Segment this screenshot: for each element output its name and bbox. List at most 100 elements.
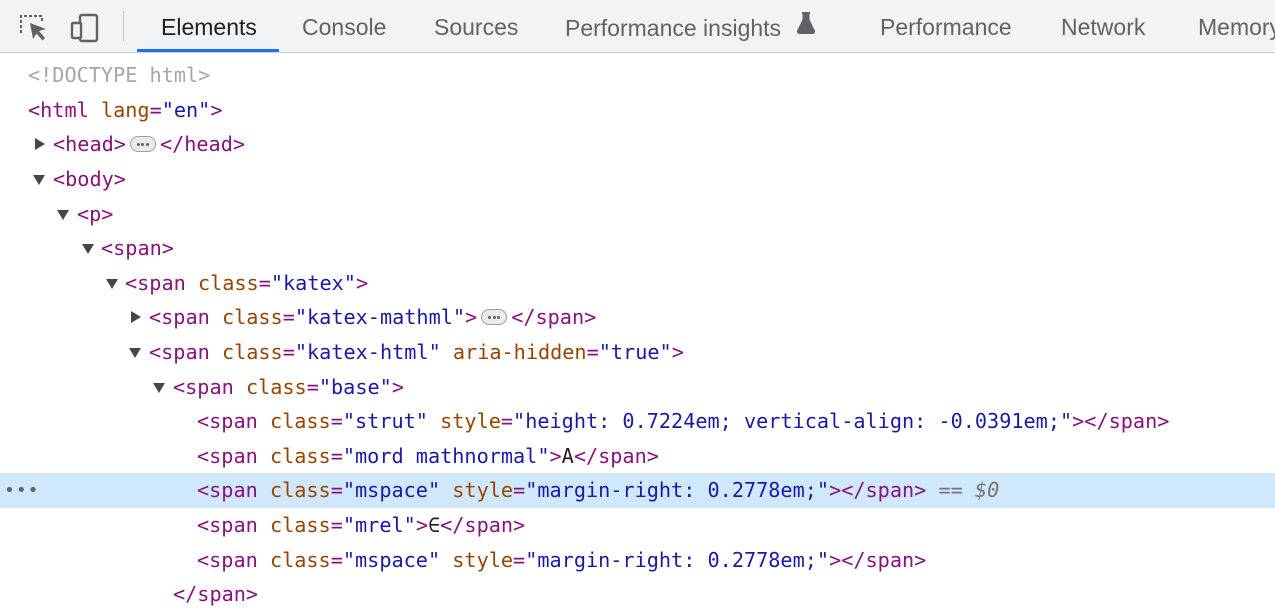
tree-node-span[interactable]: <span> (0, 231, 1275, 266)
ellipsis-icon[interactable] (129, 136, 156, 152)
tab-performance-insights-label: Performance insights (565, 15, 782, 41)
html-tag: <html lang="en"> (28, 93, 223, 128)
tag-open: <span (197, 478, 258, 502)
body-tag: <body> (53, 167, 126, 191)
attr-name: class (221, 305, 283, 329)
tag-close: > (391, 375, 404, 399)
mrel-tag: <span class="mrel">∈</span> (197, 513, 526, 537)
tag-open: <span (197, 548, 258, 572)
attr-name: class (269, 444, 331, 468)
attr-value: "true" (598, 340, 672, 364)
expand-arrow-icon[interactable] (131, 311, 141, 323)
collapse-arrow-icon[interactable] (129, 348, 141, 358)
attr-name: lang (100, 98, 150, 122)
attr-value: "margin-right: 0.2778em;" (525, 478, 830, 502)
tab-performance-insights[interactable]: Performance insights (565, 0, 817, 52)
elements-dom-tree: <!DOCTYPE html> <html lang="en"> <head> <… (0, 53, 1275, 614)
attr-value: "height: 0.7224em; vertical-align: -0.03… (513, 409, 1073, 433)
collapse-arrow-icon[interactable] (33, 175, 45, 185)
tag-open: <head> (53, 132, 126, 156)
attr-value: "mspace" (342, 478, 441, 502)
attr-name: class (269, 513, 331, 537)
tag-close: ></span> (1072, 409, 1170, 433)
expand-arrow-icon[interactable] (35, 138, 45, 150)
collapse-arrow-icon[interactable] (82, 244, 94, 254)
attr-value: "strut" (342, 409, 428, 433)
collapse-arrow-icon[interactable] (106, 279, 118, 289)
console-reference: == $0 (926, 478, 1000, 502)
attr-name: class (197, 271, 259, 295)
tab-performance[interactable]: Performance (880, 0, 1012, 52)
text-node: A (561, 444, 574, 468)
tag-gt: > (549, 444, 562, 468)
tree-node-span-mord[interactable]: <span class="mord mathnormal">A</span> (0, 439, 1275, 474)
base-tag: <span class="base"> (173, 375, 404, 399)
devtools-toolbar: Elements Console Sources Performance ins… (0, 0, 1275, 53)
attr-value: "katex" (270, 271, 356, 295)
attr-value: "mspace" (342, 548, 441, 572)
attr-value: "en" (161, 98, 211, 122)
collapse-arrow-icon[interactable] (57, 210, 69, 220)
tree-node-head[interactable]: <head> </head> (0, 127, 1275, 162)
mspace-tag: <span class="mspace" style="margin-right… (197, 548, 927, 572)
tag-close: </span> (440, 513, 526, 537)
p-tag: <p> (77, 202, 114, 226)
text-node: ∈ (427, 513, 441, 537)
attr-value: "base" (318, 375, 392, 399)
attr-name: class (221, 340, 283, 364)
tree-node-html[interactable]: <html lang="en"> (0, 93, 1275, 128)
tree-node-span-strut[interactable]: <span class="strut" style="height: 0.722… (0, 404, 1275, 439)
tree-node-doctype[interactable]: <!DOCTYPE html> (0, 58, 1275, 93)
tree-node-span-katex[interactable]: <span class="katex"> (0, 266, 1275, 301)
tree-node-span-katex-mathml[interactable]: <span class="katex-mathml"> </span> (0, 300, 1275, 335)
tree-node-span-mspace[interactable]: <span class="mspace" style="margin-right… (0, 543, 1275, 578)
tag-open: <span (197, 409, 258, 433)
tab-console[interactable]: Console (302, 0, 386, 52)
mord-tag: <span class="mord mathnormal">A</span> (197, 444, 659, 468)
tree-node-p[interactable]: <p> (0, 197, 1275, 232)
tag-open: <span (149, 340, 210, 364)
device-toolbar-icon[interactable] (68, 10, 102, 44)
toolbar-divider (123, 11, 124, 41)
head-tag: <head> </head> (53, 127, 245, 162)
mspace-tag: <span class="mspace" style="margin-right… (197, 478, 1000, 502)
tag-end: </span> (511, 305, 597, 329)
katex-mathml-tag: <span class="katex-mathml"> </span> (149, 305, 597, 329)
tag-open: <span (149, 305, 210, 329)
katex-html-tag: <span class="katex-html" aria-hidden="tr… (149, 340, 684, 364)
attr-name: style (440, 409, 501, 433)
tag-close: </span> (573, 444, 659, 468)
attr-name: aria-hidden (452, 340, 587, 364)
tab-network[interactable]: Network (1061, 0, 1145, 52)
doctype-text: <!DOCTYPE html> (28, 63, 211, 87)
tree-node-span-mrel[interactable]: <span class="mrel">∈</span> (0, 508, 1275, 543)
tab-elements[interactable]: Elements (161, 0, 257, 52)
attr-name: class (269, 409, 331, 433)
attr-value: "margin-right: 0.2778em;" (525, 548, 830, 572)
strut-tag: <span class="strut" style="height: 0.722… (197, 409, 1170, 433)
ellipsis-icon[interactable] (481, 309, 508, 325)
tree-node-span-base[interactable]: <span class="base"> (0, 370, 1275, 405)
tag-close: > (465, 305, 478, 329)
tag-open: <html (28, 98, 89, 122)
attr-name: class (269, 548, 331, 572)
tag-gt: > (415, 513, 428, 537)
active-tab-indicator (137, 49, 279, 52)
inspect-element-icon[interactable] (16, 10, 50, 44)
tag-open: <span (125, 271, 186, 295)
tag-close: ></span> (829, 478, 927, 502)
tree-node-span-katex-html[interactable]: <span class="katex-html" aria-hidden="tr… (0, 335, 1275, 370)
tag-close: > (210, 98, 223, 122)
tree-node-close-span[interactable]: </span> (0, 577, 1275, 612)
attr-value: "katex-html" (294, 340, 441, 364)
tab-sources[interactable]: Sources (434, 0, 518, 52)
tag-close: </head> (159, 132, 246, 156)
collapse-arrow-icon[interactable] (153, 383, 165, 393)
tree-node-body[interactable]: <body> (0, 162, 1275, 197)
attr-name: class (245, 375, 307, 399)
tree-node-span-mspace-selected[interactable]: ••• <span class="mspace" style="margin-r… (0, 473, 1275, 508)
row-menu-icon[interactable]: ••• (4, 473, 40, 508)
tag-open: <span (173, 375, 234, 399)
flask-icon (795, 0, 817, 52)
tab-memory[interactable]: Memory (1198, 0, 1275, 52)
